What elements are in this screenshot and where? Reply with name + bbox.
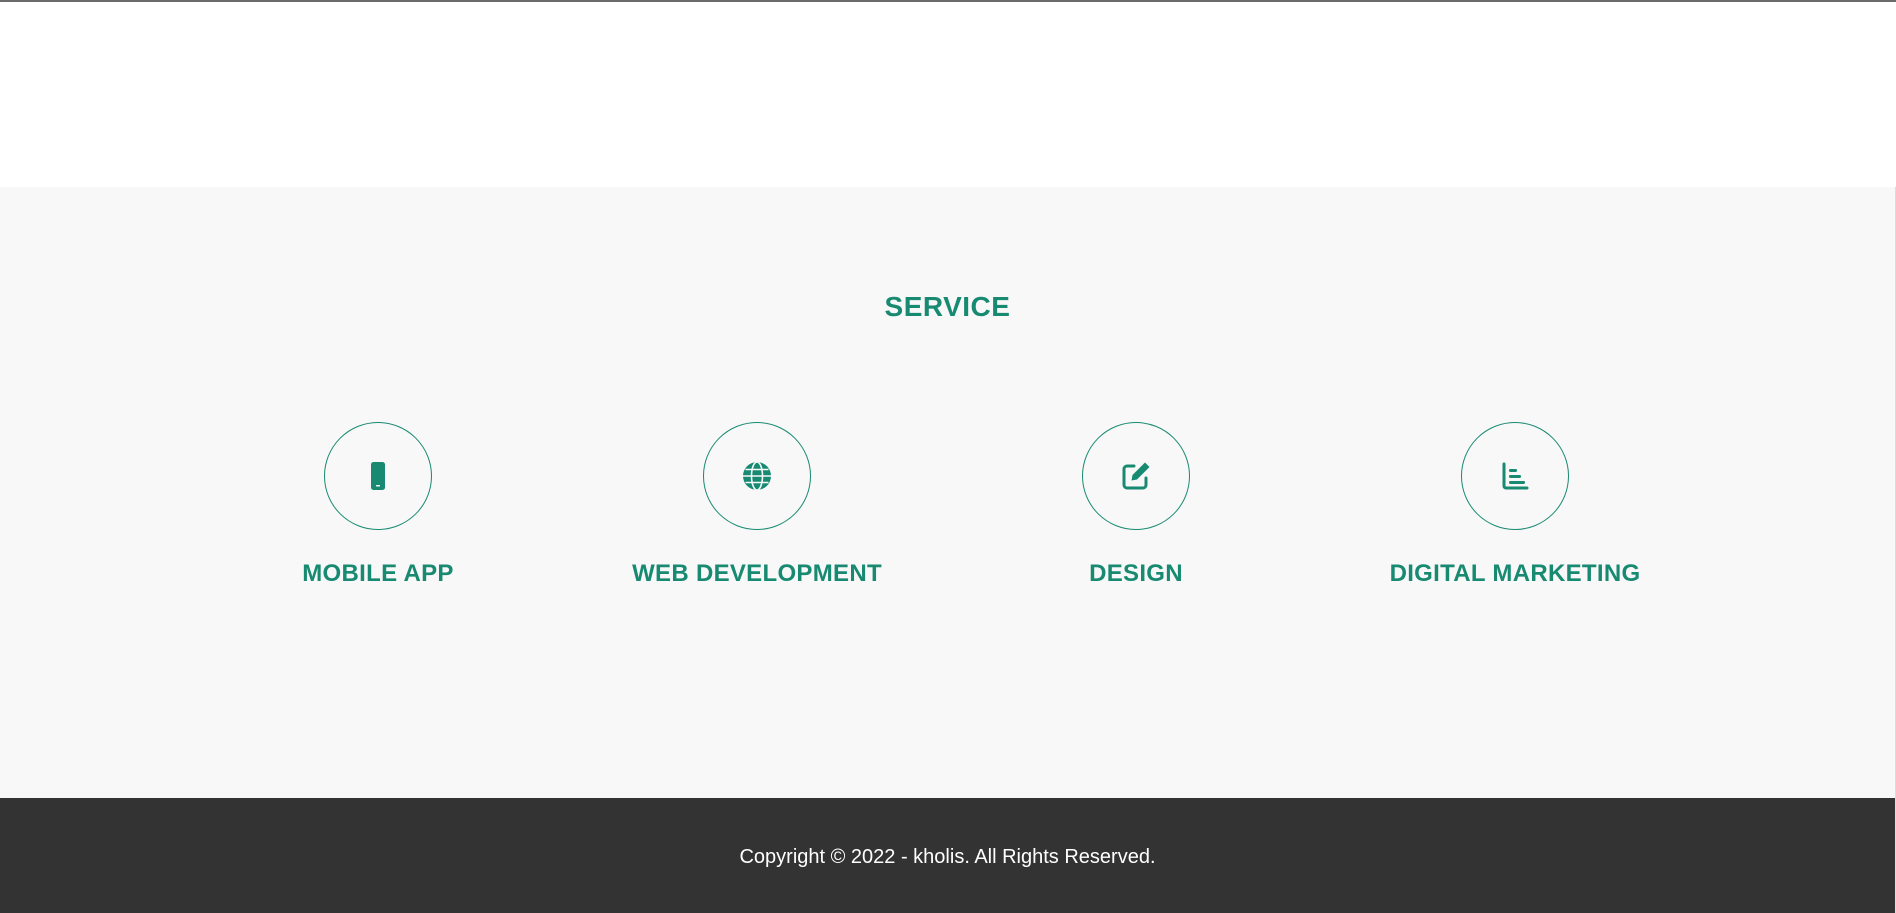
service-icon-circle [1461, 422, 1569, 530]
service-item-label: DIGITAL MARKETING [1389, 560, 1641, 587]
header-blank-area [0, 2, 1896, 187]
service-title: SERVICE [884, 291, 1011, 322]
globe-icon [743, 461, 771, 491]
service-icon-circle [324, 422, 432, 530]
page: SERVICE MOBILE APP WEB DEVELOPMENT DESIG… [0, 0, 1896, 913]
service-item-label: MOBILE APP [302, 560, 454, 587]
service-icon-circle [1082, 422, 1190, 530]
footer: Copyright © 2022 - kholis. All Rights Re… [0, 798, 1895, 913]
service-item-web-development: WEB DEVELOPMENT [597, 422, 917, 588]
mobile-phone-icon [371, 462, 385, 490]
service-item-label: WEB DEVELOPMENT [632, 560, 882, 587]
copyright-text: Copyright © 2022 - kholis. All Rights Re… [739, 846, 1156, 868]
service-item-label: DESIGN [1089, 560, 1183, 587]
service-section: SERVICE MOBILE APP WEB DEVELOPMENT DESIG… [0, 187, 1895, 798]
edit-pen-icon [1122, 462, 1150, 490]
service-item-design: DESIGN [976, 422, 1296, 588]
bar-chart-icon [1502, 462, 1529, 490]
service-icon-circle [703, 422, 811, 530]
service-item-mobile-app: MOBILE APP [218, 422, 538, 588]
service-item-digital-marketing: DIGITAL MARKETING [1355, 422, 1675, 588]
